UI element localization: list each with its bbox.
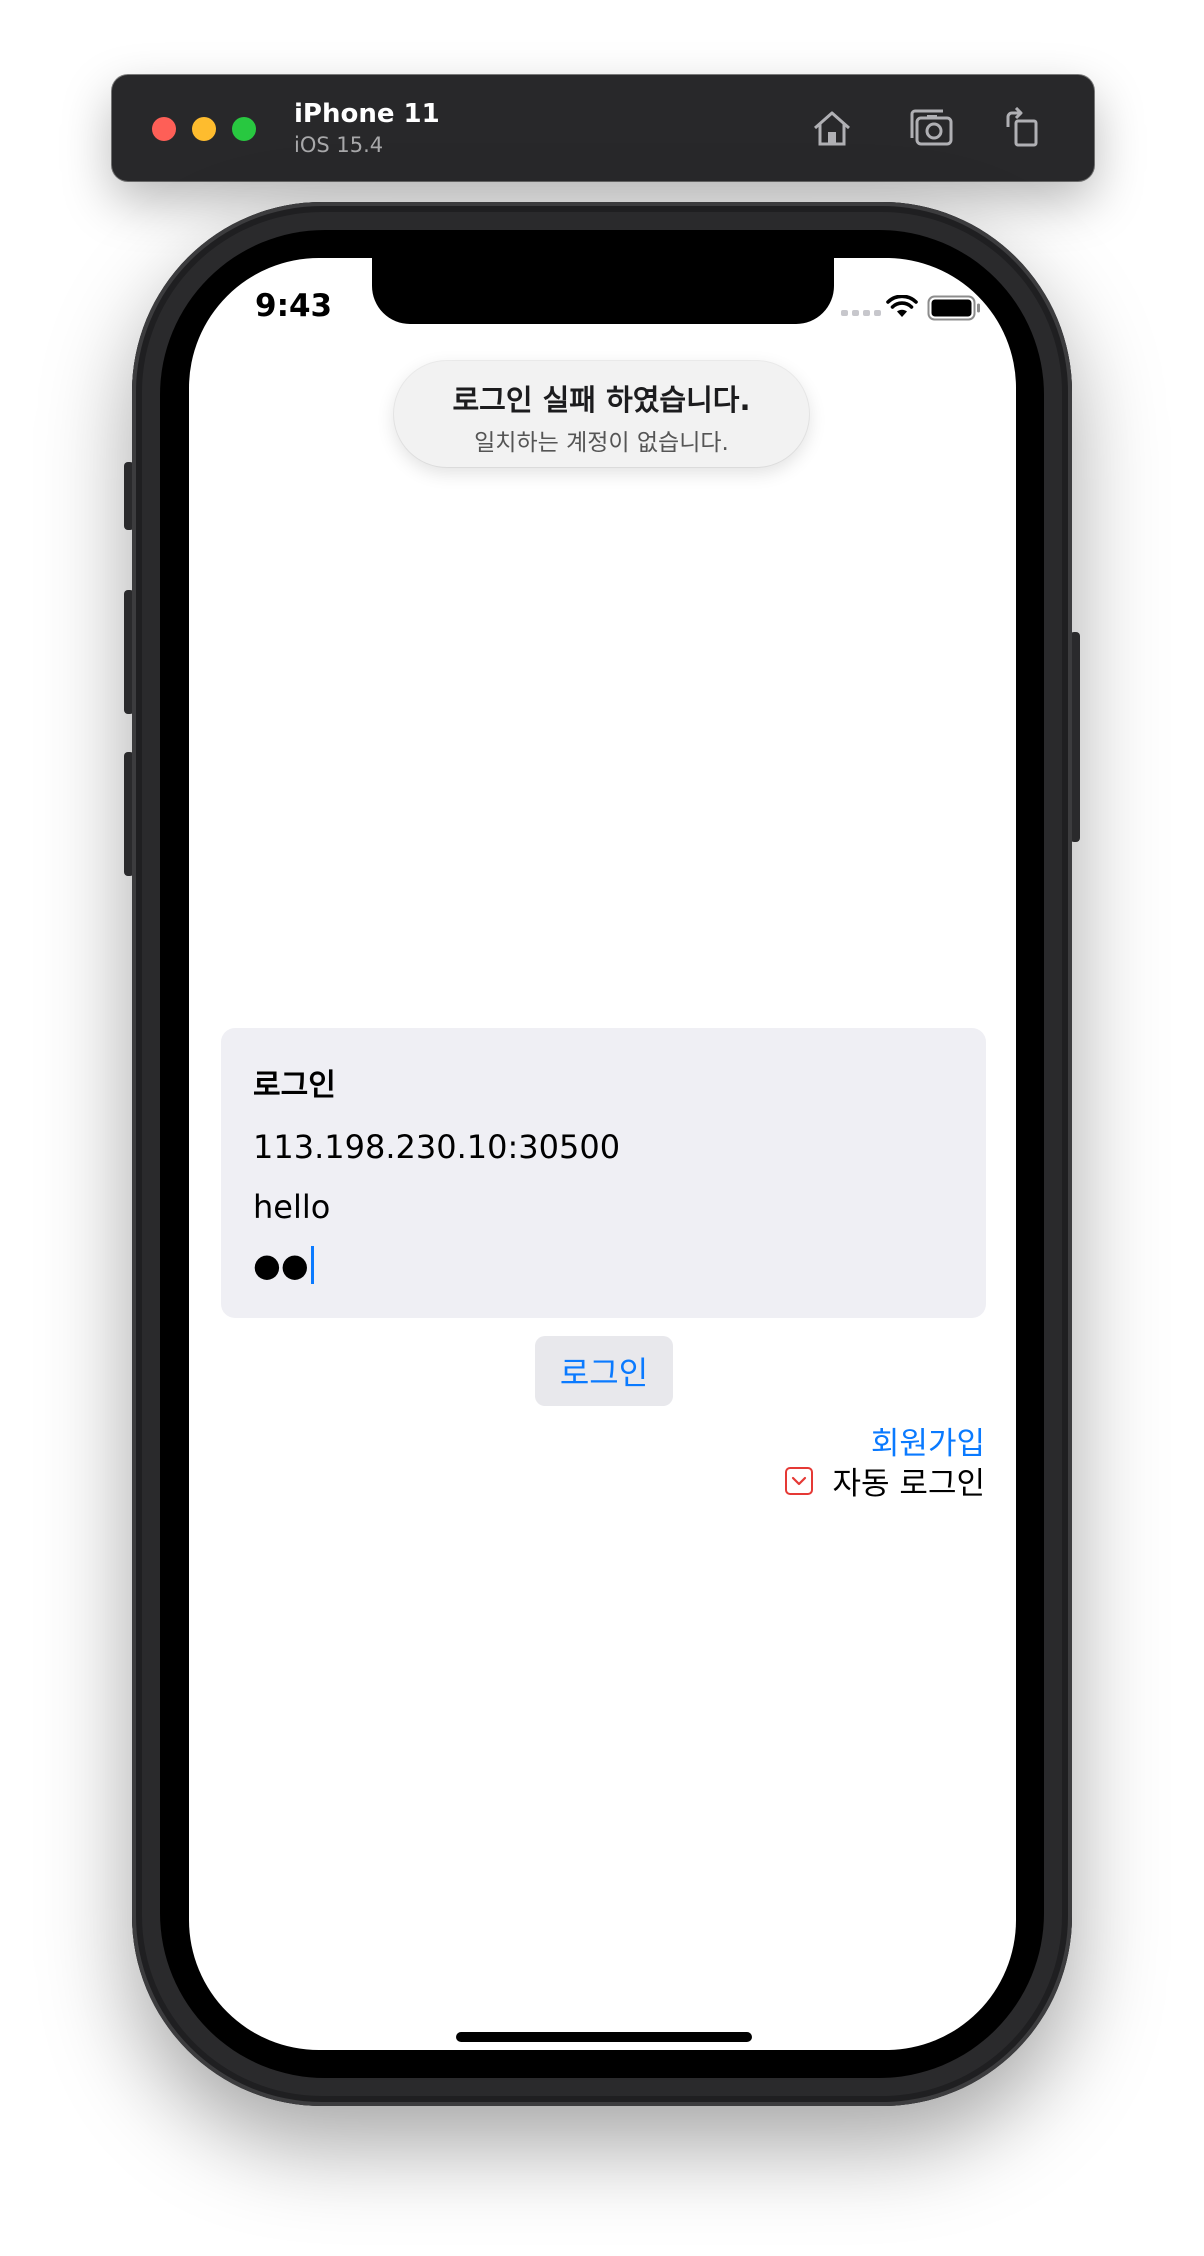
rotate-icon — [1006, 107, 1038, 147]
simulator-toolbar: iPhone 11 iOS 15.4 — [112, 75, 1094, 181]
zoom-window-button[interactable] — [232, 117, 256, 141]
server-address-field[interactable]: 113.198.230.10:30500 — [253, 1128, 620, 1166]
login-form: 로그인 113.198.230.10:30500 hello ●● — [221, 1028, 986, 1318]
toast-title: 로그인 실패 하였습니다. — [452, 383, 751, 417]
battery-icon — [927, 295, 980, 321]
minimize-window-button[interactable] — [192, 117, 216, 141]
notch — [372, 258, 834, 324]
chevron-down-icon — [791, 1476, 806, 1485]
screenshot-button[interactable] — [907, 103, 957, 153]
text-cursor — [310, 1246, 314, 1284]
toast-message: 일치하는 계정이 없습니다. — [474, 430, 729, 456]
login-button[interactable]: 로그인 — [535, 1336, 673, 1406]
home-button[interactable] — [807, 103, 857, 153]
close-window-button[interactable] — [152, 117, 176, 141]
rotate-button[interactable] — [997, 103, 1047, 153]
os-version: iOS 15.4 — [294, 133, 384, 157]
signup-link[interactable]: 회원가입 — [871, 1418, 985, 1463]
device-name: iPhone 11 — [294, 99, 440, 129]
auto-login-checkbox[interactable] — [784, 1466, 813, 1495]
username-field[interactable]: hello — [253, 1188, 330, 1226]
login-form-title: 로그인 — [253, 1068, 336, 1103]
home-icon — [814, 111, 850, 146]
password-value: ●● — [253, 1246, 309, 1284]
password-field[interactable]: ●● — [253, 1246, 314, 1284]
auto-login-toggle[interactable]: 자동 로그인 — [784, 1458, 985, 1503]
home-indicator[interactable] — [456, 2032, 752, 2042]
error-toast: 로그인 실패 하였습니다. 일치하는 계정이 없습니다. — [394, 361, 809, 467]
screenshot-icon — [910, 109, 953, 146]
cellular-icon — [841, 310, 881, 316]
auto-login-label: 자동 로그인 — [832, 1466, 985, 1502]
wifi-icon — [886, 295, 918, 317]
status-time: 9:43 — [255, 288, 333, 324]
phone-screen: 9:43 로그인 실패 하였습니다. 일치하는 계정이 없습니다. 로그인 11… — [189, 258, 1016, 2050]
